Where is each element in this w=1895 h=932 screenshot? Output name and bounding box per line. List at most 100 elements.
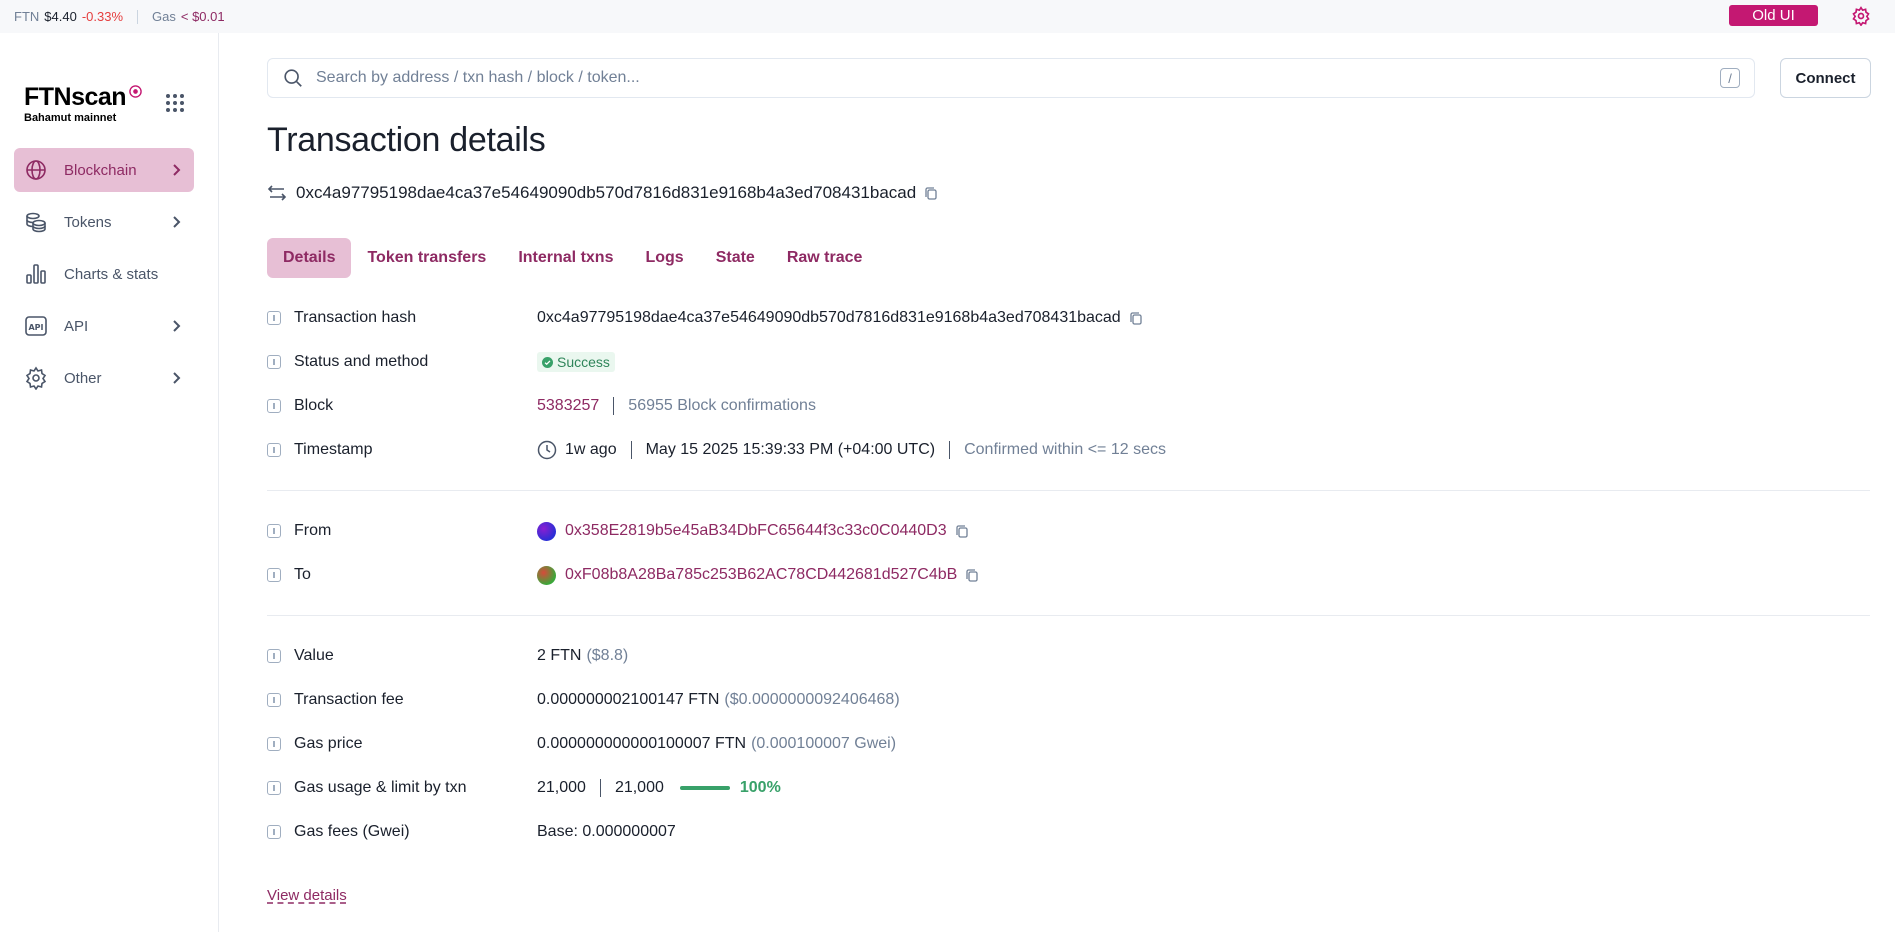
settings-gear-icon[interactable]: [1851, 6, 1871, 26]
search-icon: [284, 69, 302, 87]
address-avatar: [537, 565, 556, 585]
old-ui-button[interactable]: Old UI: [1729, 5, 1818, 26]
sidebar-item-label: API: [64, 317, 89, 335]
detail-label: From: [294, 522, 332, 539]
detail-row-value: Value 2 FTN ($8.8): [267, 644, 628, 668]
detail-label: Gas price: [294, 735, 363, 752]
detail-row-gas-fees: Gas fees (Gwei) Base: 0.000000007: [267, 820, 676, 844]
info-icon[interactable]: [267, 649, 281, 663]
clock-icon: [537, 440, 557, 460]
sidebar-item-blockchain[interactable]: Blockchain: [14, 148, 194, 192]
sidebar-item-api[interactable]: API API: [14, 304, 194, 348]
sidebar-item-label: Charts & stats: [64, 265, 159, 283]
tab-internal-txns[interactable]: Internal txns: [502, 238, 629, 278]
network-name: Bahamut mainnet: [24, 112, 117, 124]
sidebar-item-other[interactable]: Other: [14, 356, 194, 400]
chevron-right-icon: [173, 164, 181, 176]
logo-name: FTNscan: [24, 83, 127, 111]
value-usd: ($8.8): [586, 647, 629, 664]
ftn-price-label: FTN: [14, 9, 40, 24]
fee-amount: 0.000000002100147 FTN: [537, 691, 720, 708]
connect-wallet-button[interactable]: Connect: [1780, 58, 1871, 98]
info-icon[interactable]: [267, 781, 281, 795]
address-avatar: [537, 521, 556, 541]
info-icon[interactable]: [267, 693, 281, 707]
chart-icon: [26, 264, 46, 284]
chevron-right-icon: [173, 320, 181, 332]
gas-used: 21,000: [537, 779, 586, 796]
copy-icon[interactable]: [924, 186, 938, 200]
from-address-link[interactable]: 0x358E2819b5e45aB34DbFC65644f3c33c0C0440…: [565, 522, 947, 540]
tab-state[interactable]: State: [700, 238, 771, 278]
sidebar-item-label: Blockchain: [64, 161, 137, 179]
check-circle-icon: [542, 356, 553, 368]
detail-label: Transaction hash: [294, 309, 417, 326]
fee-usd: ($0.0000000092406468): [724, 691, 900, 708]
info-icon[interactable]: [267, 311, 281, 325]
svg-text:API: API: [28, 323, 43, 332]
ftn-price-value: $4.40: [44, 9, 77, 24]
info-icon[interactable]: [267, 399, 281, 413]
info-icon[interactable]: [267, 737, 281, 751]
top-bar: FTN $4.40 -0.33% Gas < $0.01: [0, 0, 1895, 33]
view-details-link[interactable]: View details: [267, 887, 347, 904]
gas-value[interactable]: < $0.01: [181, 9, 225, 24]
info-icon[interactable]: [267, 443, 281, 457]
info-icon[interactable]: [267, 355, 281, 369]
api-icon: API: [25, 316, 47, 336]
detail-label: Transaction fee: [294, 691, 404, 708]
section-divider: [267, 490, 1870, 491]
gas-fees-base: Base: 0.000000007: [537, 823, 676, 840]
tab-details[interactable]: Details: [267, 238, 352, 278]
sidebar-nav: Blockchain Tokens Charts & stats API API: [14, 148, 194, 408]
gas-usage-percent: 100%: [739, 779, 781, 796]
globe-icon: [26, 160, 46, 180]
detail-row-gas-price: Gas price 0.000000000000100007 FTN (0.00…: [267, 732, 896, 756]
detail-label: Timestamp: [294, 441, 373, 458]
search-bar: /: [267, 58, 1755, 98]
section-divider: [267, 615, 1870, 616]
copy-icon[interactable]: [965, 568, 979, 582]
gas-usage-bar: [679, 786, 730, 790]
value-amount: 2 FTN: [537, 647, 582, 664]
page-title: Transaction details: [267, 121, 546, 159]
tab-raw-trace[interactable]: Raw trace: [771, 238, 879, 278]
tab-logs[interactable]: Logs: [629, 238, 699, 278]
info-icon[interactable]: [267, 825, 281, 839]
detail-row-timestamp: Timestamp 1w ago May 15 2025 15:39:33 PM…: [267, 438, 1166, 462]
tab-token-transfers[interactable]: Token transfers: [351, 238, 502, 278]
block-number-link[interactable]: 5383257: [537, 397, 599, 415]
search-input[interactable]: [316, 69, 1720, 87]
detail-label: Status and method: [294, 353, 429, 370]
value-divider: [630, 441, 632, 459]
copy-icon[interactable]: [1129, 311, 1143, 325]
detail-row-gas-usage: Gas usage & limit by txn 21,000 21,000 1…: [267, 776, 781, 800]
logo[interactable]: FTNscan Bahamut mainnet: [24, 83, 142, 124]
detail-label: Gas fees (Gwei): [294, 823, 410, 840]
confirmation-time: Confirmed within <= 12 secs: [964, 441, 1166, 458]
block-confirmations: 56955 Block confirmations: [628, 397, 816, 414]
chevron-right-icon: [173, 372, 181, 384]
timestamp-relative: 1w ago: [565, 441, 617, 458]
value-divider: [599, 779, 601, 797]
copy-icon[interactable]: [955, 524, 969, 538]
value-divider: [613, 397, 615, 415]
to-address-link[interactable]: 0xF08b8A28Ba785c253B62AC78CD442681d527C4…: [565, 566, 957, 584]
status-badge: Success: [537, 352, 615, 372]
info-icon[interactable]: [267, 568, 281, 582]
sidebar-item-tokens[interactable]: Tokens: [14, 200, 194, 244]
detail-row-transaction-fee: Transaction fee 0.000000002100147 FTN ($…: [267, 688, 900, 712]
gas-label: Gas: [152, 9, 176, 24]
tx-hash-header: 0xc4a97795198dae4ca37e54649090db570d7816…: [267, 183, 938, 203]
sidebar-item-label: Other: [64, 369, 102, 387]
value-divider: [949, 441, 951, 459]
gas-price-gwei: (0.000100007 Gwei): [751, 735, 897, 752]
detail-row-status: Status and method Success: [267, 350, 615, 374]
apps-grid-icon[interactable]: [165, 93, 185, 113]
sidebar: FTNscan Bahamut mainnet Blockchain Token…: [0, 33, 219, 932]
sidebar-item-label: Tokens: [64, 213, 112, 231]
sidebar-item-charts-stats[interactable]: Charts & stats: [14, 252, 194, 296]
detail-label: Gas usage & limit by txn: [294, 779, 467, 796]
info-icon[interactable]: [267, 524, 281, 538]
gas-limit: 21,000: [614, 779, 664, 796]
